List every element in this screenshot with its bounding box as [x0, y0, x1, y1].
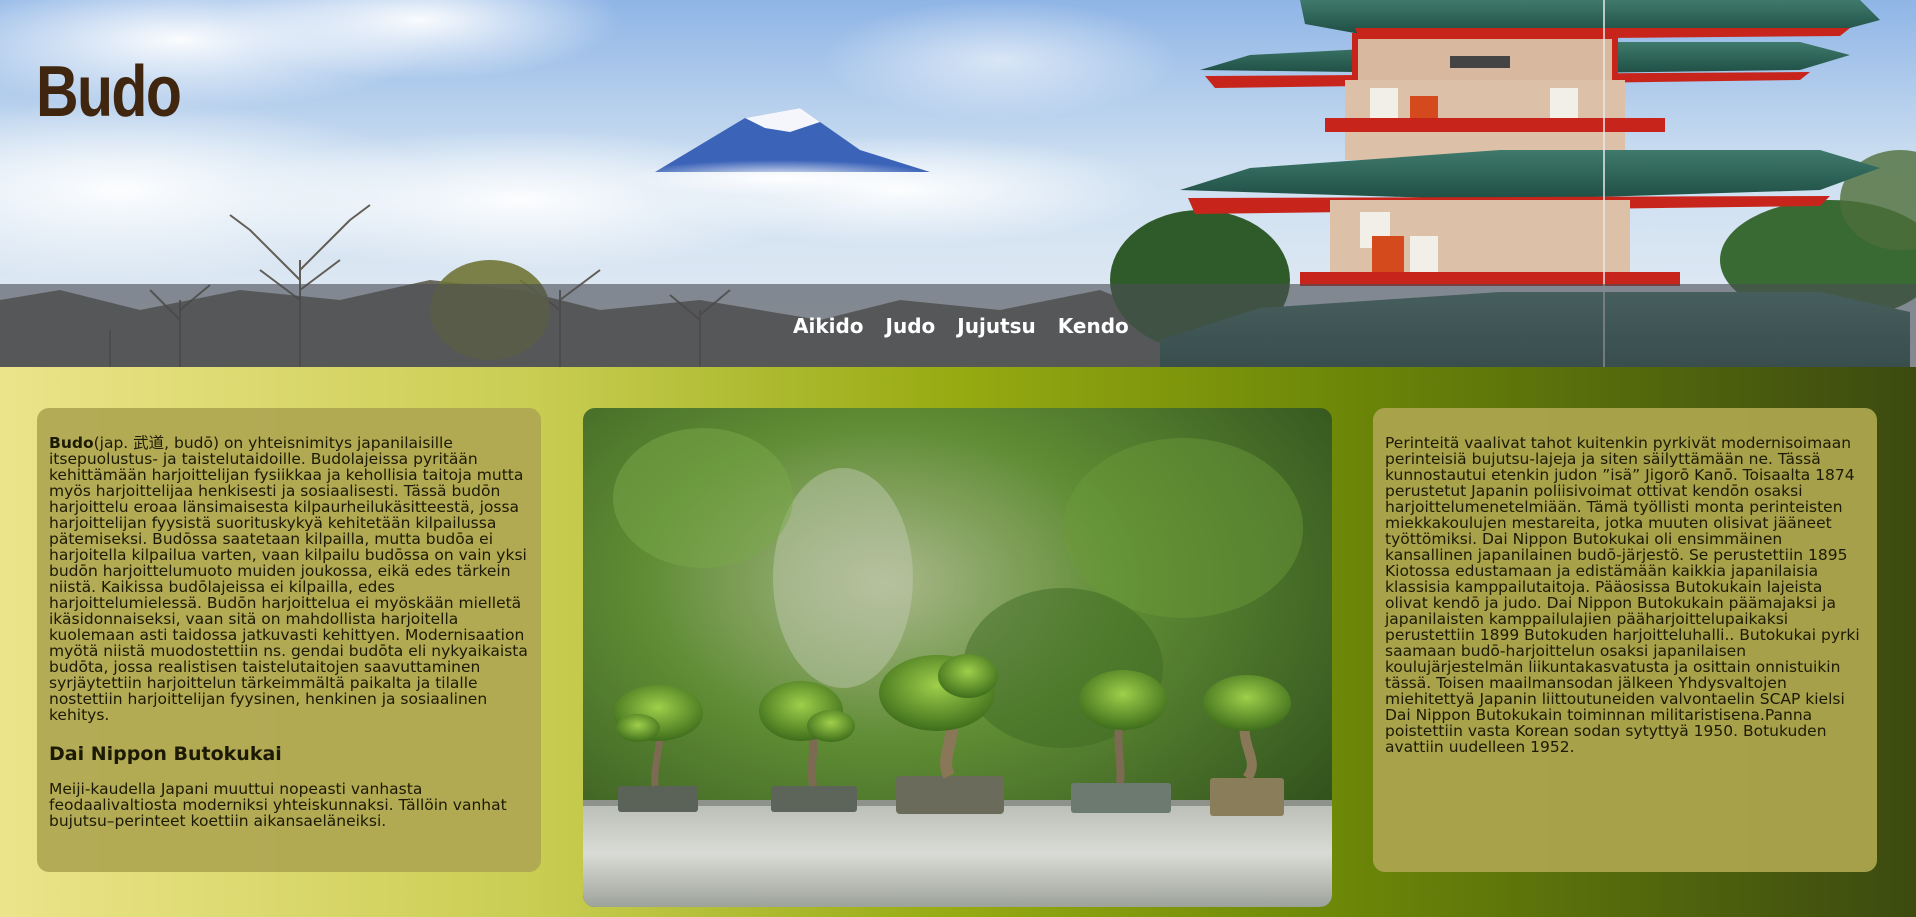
butokukai-history-card: Perinteitä vaalivat tahot kuitenkin pyrk…	[1373, 408, 1877, 872]
butokukai-heading: Dai Nippon Butokukai	[49, 743, 282, 765]
main-nav: Aikido Judo Jujutsu Kendo	[793, 314, 1129, 338]
site-title: Budo	[36, 52, 182, 132]
intro-paragraph: Budo(jap. 武道, budō) on yhteisnimitys jap…	[49, 435, 531, 723]
nav-link-aikido[interactable]: Aikido	[793, 314, 864, 338]
meiji-paragraph: Meiji-kaudella Japani muuttui nopeasti v…	[49, 780, 507, 830]
nav-link-jujutsu[interactable]: Jujutsu	[957, 314, 1035, 338]
hero-banner: Budo Aikido Judo Jujutsu Kendo	[0, 0, 1916, 367]
intro-text: (jap. 武道, budō) on yhteisnimitys japanil…	[49, 434, 528, 724]
nav-link-judo[interactable]: Judo	[886, 314, 936, 338]
bonsai-image	[583, 408, 1332, 907]
budo-intro-card: Budo(jap. 武道, budō) on yhteisnimitys jap…	[37, 408, 541, 872]
history-paragraph: Perinteitä vaalivat tahot kuitenkin pyrk…	[1385, 434, 1860, 756]
bonsai-photo	[583, 408, 1332, 907]
nav-link-kendo[interactable]: Kendo	[1058, 314, 1129, 338]
